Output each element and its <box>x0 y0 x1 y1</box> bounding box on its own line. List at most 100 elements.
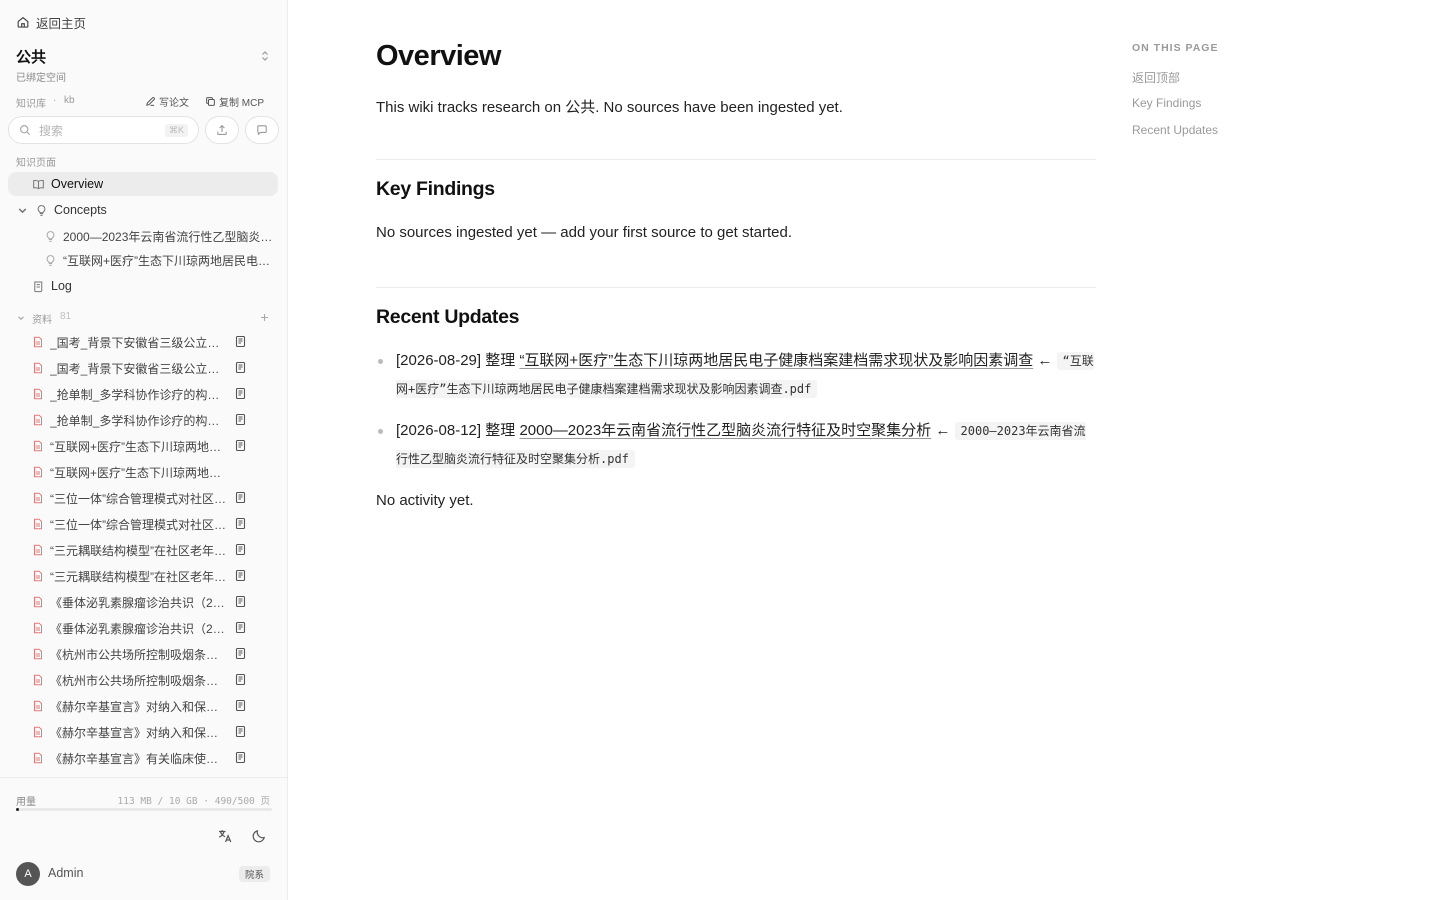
write-paper-label: 写论文 <box>159 98 189 109</box>
bullet <box>378 429 383 434</box>
resource-item[interactable]: _抢单制_多学科协作诊疗的构建与实践 <box>8 408 278 432</box>
update-page-link[interactable]: 2000—2023年云南省流行性乙型脑炎流行特征及时空聚集分析 <box>519 422 931 439</box>
pdf-file-icon <box>34 492 42 504</box>
resource-item[interactable]: 《赫尔辛基宣言》对纳入和保护弱势群体 <box>8 720 278 744</box>
resource-name: 《赫尔辛基宣言》对纳入和保护弱势群体 <box>50 726 226 740</box>
user-name[interactable]: Admin <box>48 866 83 880</box>
nav-item-concepts[interactable]: Concepts <box>8 198 278 222</box>
home-icon <box>17 16 29 28</box>
wiki-page-icon[interactable] <box>234 725 247 738</box>
pdf-file-icon <box>34 362 42 374</box>
resource-item[interactable]: 《赫尔辛基宣言》有关临床使用安慰剂 <box>8 746 278 770</box>
add-resource-plus-icon[interactable] <box>259 312 270 323</box>
recent-updates-heading: Recent Updates <box>376 306 520 328</box>
chat-icon <box>257 125 267 136</box>
wiki-page-icon[interactable] <box>234 569 247 582</box>
wiki-page-icon[interactable] <box>234 361 247 374</box>
resource-item[interactable]: 《杭州市公共场所控制吸烟条例》实施效果 <box>8 668 278 692</box>
resource-name: _抢单制_多学科协作诊疗的构建与实践 <box>50 388 226 402</box>
resource-item[interactable]: “互联网+医疗”生态下川琼两地居民电子健康档案 <box>8 460 278 484</box>
resource-name: 《赫尔辛基宣言》有关临床使用安慰剂 <box>50 752 226 766</box>
resource-item[interactable]: “三位一体”综合管理模式对社区老年人 <box>8 486 278 510</box>
search-shortcut-badge: ⌘K <box>164 124 188 137</box>
resource-name: _国考_背景下安徽省三级公立医院绩效考核 <box>50 336 226 350</box>
resource-item[interactable]: _国考_背景下安徽省三级公立医院绩效考核 <box>8 330 278 354</box>
resource-name: _抢单制_多学科协作诊疗的构建与实践 <box>50 414 226 428</box>
resource-item[interactable]: _国考_背景下安徽省三级公立医院绩效考核 <box>8 356 278 380</box>
theme-toggle-button[interactable] <box>249 826 269 846</box>
lightbulb-icon <box>46 230 55 242</box>
usage-divider <box>0 777 287 778</box>
wiki-page-icon[interactable] <box>234 647 247 660</box>
nav-item-overview[interactable]: Overview <box>8 172 278 196</box>
wiki-page-icon[interactable] <box>234 543 247 556</box>
language-toggle-button[interactable] <box>215 826 235 846</box>
resource-item[interactable]: _抢单制_多学科协作诊疗的构建与实践 <box>8 382 278 406</box>
chat-button[interactable] <box>245 116 279 144</box>
wiki-page-icon[interactable] <box>234 699 247 712</box>
chevron-down-icon[interactable] <box>16 204 29 217</box>
usage-value: 113 MB / 10 GB · 490/500 页 <box>117 796 271 807</box>
toc-item-key-findings[interactable]: Key Findings <box>1132 96 1201 110</box>
resource-item[interactable]: 《赫尔辛基宣言》对纳入和保护弱势群体 <box>8 694 278 718</box>
resource-item[interactable]: “三元耦联结构模型”在社区老年人中的应用 <box>8 538 278 562</box>
usage-label: 用量 <box>16 797 36 808</box>
nav-item-concept-1[interactable]: 2000—2023年云南省流行性乙型脑炎流行特征及时空聚集分析 <box>8 224 278 248</box>
resource-item[interactable]: 《垂体泌乳素腺瘤诊治共识（2014版）》 <box>8 590 278 614</box>
resources-count: 81 <box>60 311 72 322</box>
nav-item-concept-2[interactable]: “互联网+医疗”生态下川琼两地居民电子健康档案建档需求现状及影响因素调查 <box>8 248 278 272</box>
resources-header[interactable]: 资料 81 <box>16 311 272 326</box>
nav-item-label: Concepts <box>54 203 107 217</box>
resources-label: 资料 <box>32 315 52 326</box>
pdf-file-icon <box>34 700 42 712</box>
resource-name: 《垂体泌乳素腺瘤诊治共识（2014版）》 <box>50 622 226 636</box>
lightbulb-icon <box>37 204 46 216</box>
space-title[interactable]: 公共 <box>16 46 46 67</box>
wiki-page-icon[interactable] <box>234 621 247 634</box>
wiki-page-icon[interactable] <box>234 413 247 426</box>
wiki-page-icon[interactable] <box>234 335 247 348</box>
avatar[interactable]: A <box>16 862 40 886</box>
resource-item[interactable]: “三位一体”综合管理模式对社区老年人 <box>8 512 278 536</box>
nav-item-label: Log <box>51 279 72 293</box>
space-switch-chevron-icon[interactable] <box>258 49 272 63</box>
update-date: [2026-08-12] <box>396 422 482 439</box>
main-content: Overview This wiki tracks research on 公共… <box>288 0 1440 900</box>
wiki-page-icon[interactable] <box>234 439 247 452</box>
kb-label: 知识库 <box>16 99 46 110</box>
wiki-page-icon[interactable] <box>234 517 247 530</box>
search-input[interactable]: 搜索 ⌘K <box>8 116 199 144</box>
wiki-page-icon[interactable] <box>234 673 247 686</box>
nav-item-log[interactable]: Log <box>8 274 278 298</box>
copy-mcp-button[interactable]: 复制 MCP <box>205 94 264 109</box>
update-action: 整理 <box>485 422 516 439</box>
wiki-page-icon[interactable] <box>234 751 247 764</box>
log-scroll-icon <box>34 281 43 292</box>
usage-progress-bar <box>16 808 272 811</box>
update-page-link[interactable]: “互联网+医疗”生态下川琼两地居民电子健康档案建档需求现状及影响因素调查 <box>519 352 1033 369</box>
resource-item[interactable]: 《垂体泌乳素腺瘤诊治共识（2014版）》 <box>8 616 278 640</box>
wiki-page-icon[interactable] <box>234 491 247 504</box>
pdf-file-icon <box>34 440 42 452</box>
write-paper-button[interactable]: 写论文 <box>145 94 189 109</box>
upload-button[interactable] <box>205 116 239 144</box>
intro-paragraph: This wiki tracks research on 公共. No sour… <box>376 99 843 116</box>
resource-item[interactable]: “互联网+医疗”生态下川琼两地居民电子健康档案 <box>8 434 278 458</box>
resource-name: 《赫尔辛基宣言》对纳入和保护弱势群体 <box>50 700 226 714</box>
chevron-down-icon[interactable] <box>16 313 26 323</box>
wiki-page-icon[interactable] <box>234 387 247 400</box>
bullet <box>378 359 383 364</box>
back-home-link[interactable]: 返回主页 <box>16 12 86 32</box>
pdf-file-icon <box>34 388 42 400</box>
nav-item-label: Overview <box>51 177 104 191</box>
wiki-page-icon[interactable] <box>234 595 247 608</box>
resource-item[interactable]: “三元耦联结构模型”在社区老年人中的应用 <box>8 564 278 588</box>
toc-item-top[interactable]: 返回顶部 <box>1132 69 1180 86</box>
role-badge: 院系 <box>239 866 271 882</box>
toc-item-recent-updates[interactable]: Recent Updates <box>1132 123 1218 137</box>
key-findings-text: No sources ingested yet — add your first… <box>376 224 793 241</box>
section-divider <box>376 287 1096 288</box>
resource-item[interactable]: 《杭州市公共场所控制吸烟条例》实施效果 <box>8 642 278 666</box>
pdf-file-icon <box>34 674 42 686</box>
resource-name: 《垂体泌乳素腺瘤诊治共识（2014版）》 <box>50 596 226 610</box>
